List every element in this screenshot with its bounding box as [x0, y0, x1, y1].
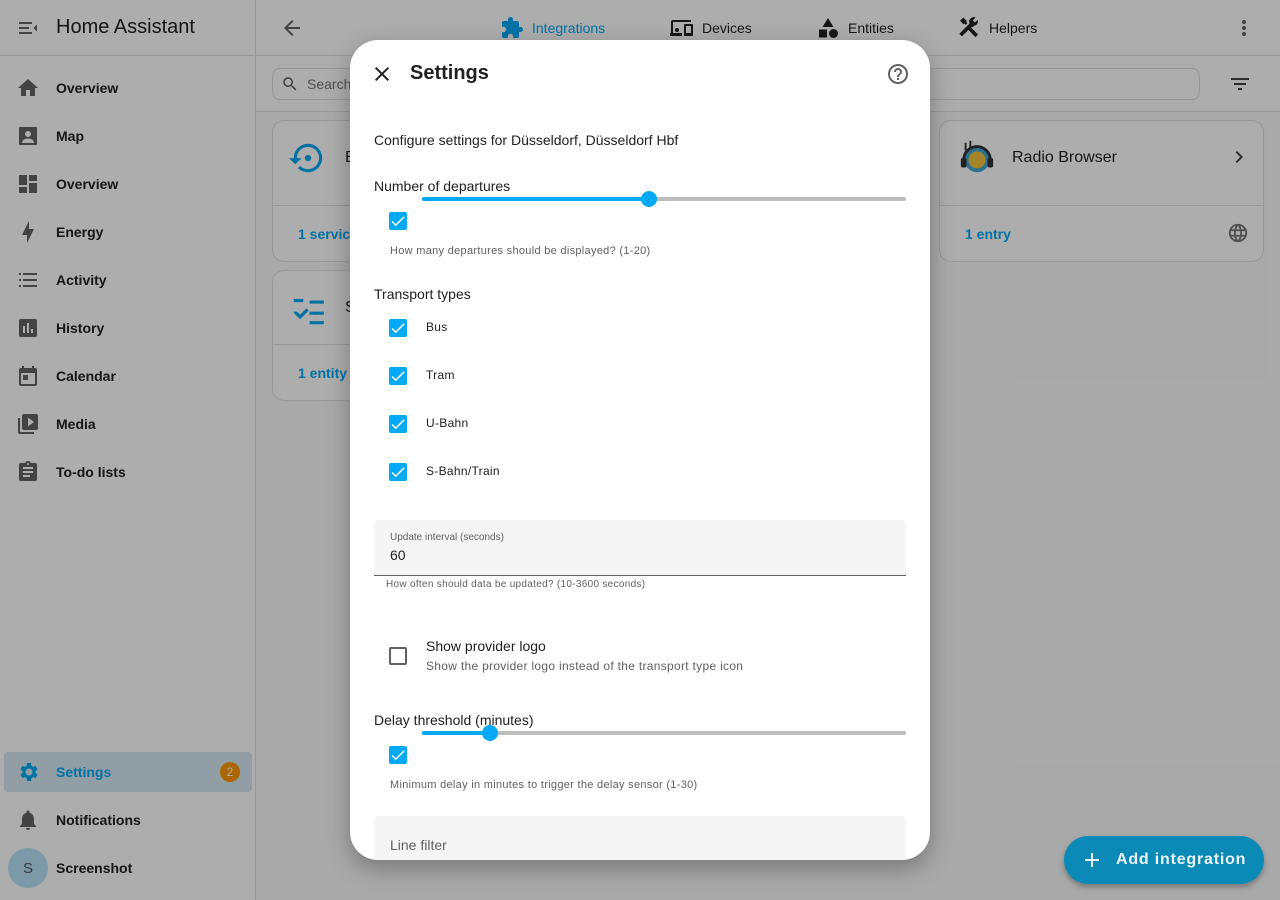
provider-logo-label: Show provider logo	[426, 638, 546, 654]
dialog-description: Configure settings for Düsseldorf, Düsse…	[374, 132, 679, 148]
departures-label: Number of departures	[374, 178, 511, 194]
transport-tram-checkbox[interactable]	[389, 367, 407, 385]
plus-icon	[1085, 853, 1099, 867]
departures-slider-thumb[interactable]	[641, 191, 658, 207]
check-icon	[391, 467, 405, 478]
delay-threshold-slider[interactable]	[422, 725, 906, 741]
check-icon	[391, 750, 405, 761]
provider-logo-checkbox[interactable]	[389, 647, 407, 665]
departures-slider[interactable]	[422, 191, 906, 207]
transport-bus-checkbox[interactable]	[389, 319, 407, 337]
line-filter-label: Line filter	[390, 837, 447, 853]
transport-tram-label: Tram	[426, 368, 455, 382]
close-icon[interactable]	[370, 62, 394, 86]
transport-ubahn-label: U-Bahn	[426, 416, 469, 430]
dialog-title: Settings	[410, 62, 489, 84]
transport-types-label: Transport types	[374, 286, 471, 302]
update-interval-field[interactable]: Update interval (seconds) 60	[374, 520, 906, 576]
check-icon	[391, 216, 405, 227]
help-circle-icon[interactable]	[886, 62, 910, 86]
check-icon	[391, 323, 405, 334]
check-icon	[391, 419, 405, 430]
update-interval-helper: How often should data be updated? (10-36…	[386, 579, 646, 590]
update-interval-value: 60	[390, 547, 406, 563]
delay-threshold-helper: Minimum delay in minutes to trigger the …	[390, 779, 698, 791]
line-filter-field[interactable]: Line filter	[374, 816, 906, 860]
transport-sbahn-checkbox[interactable]	[389, 463, 407, 481]
check-icon	[391, 371, 405, 382]
departures-slider-fill	[422, 197, 650, 201]
delay-slider-fill	[422, 731, 490, 735]
add-integration-label: Add integration	[1116, 851, 1247, 868]
add-integration-button[interactable]: Add integration	[1064, 836, 1264, 884]
provider-logo-description: Show the provider logo instead of the tr…	[426, 659, 744, 673]
delay-slider-thumb[interactable]	[481, 725, 498, 741]
delay-threshold-label: Delay threshold (minutes)	[374, 712, 534, 728]
delay-threshold-checkbox[interactable]	[389, 746, 407, 764]
transport-bus-label: Bus	[426, 320, 448, 334]
departures-checkbox[interactable]	[389, 212, 407, 230]
settings-dialog: Settings Configure settings for Düsseldo…	[350, 40, 930, 860]
transport-ubahn-checkbox[interactable]	[389, 415, 407, 433]
transport-sbahn-label: S-Bahn/Train	[426, 464, 500, 478]
update-interval-label: Update interval (seconds)	[390, 532, 504, 543]
departures-helper: How many departures should be displayed?…	[390, 245, 651, 257]
